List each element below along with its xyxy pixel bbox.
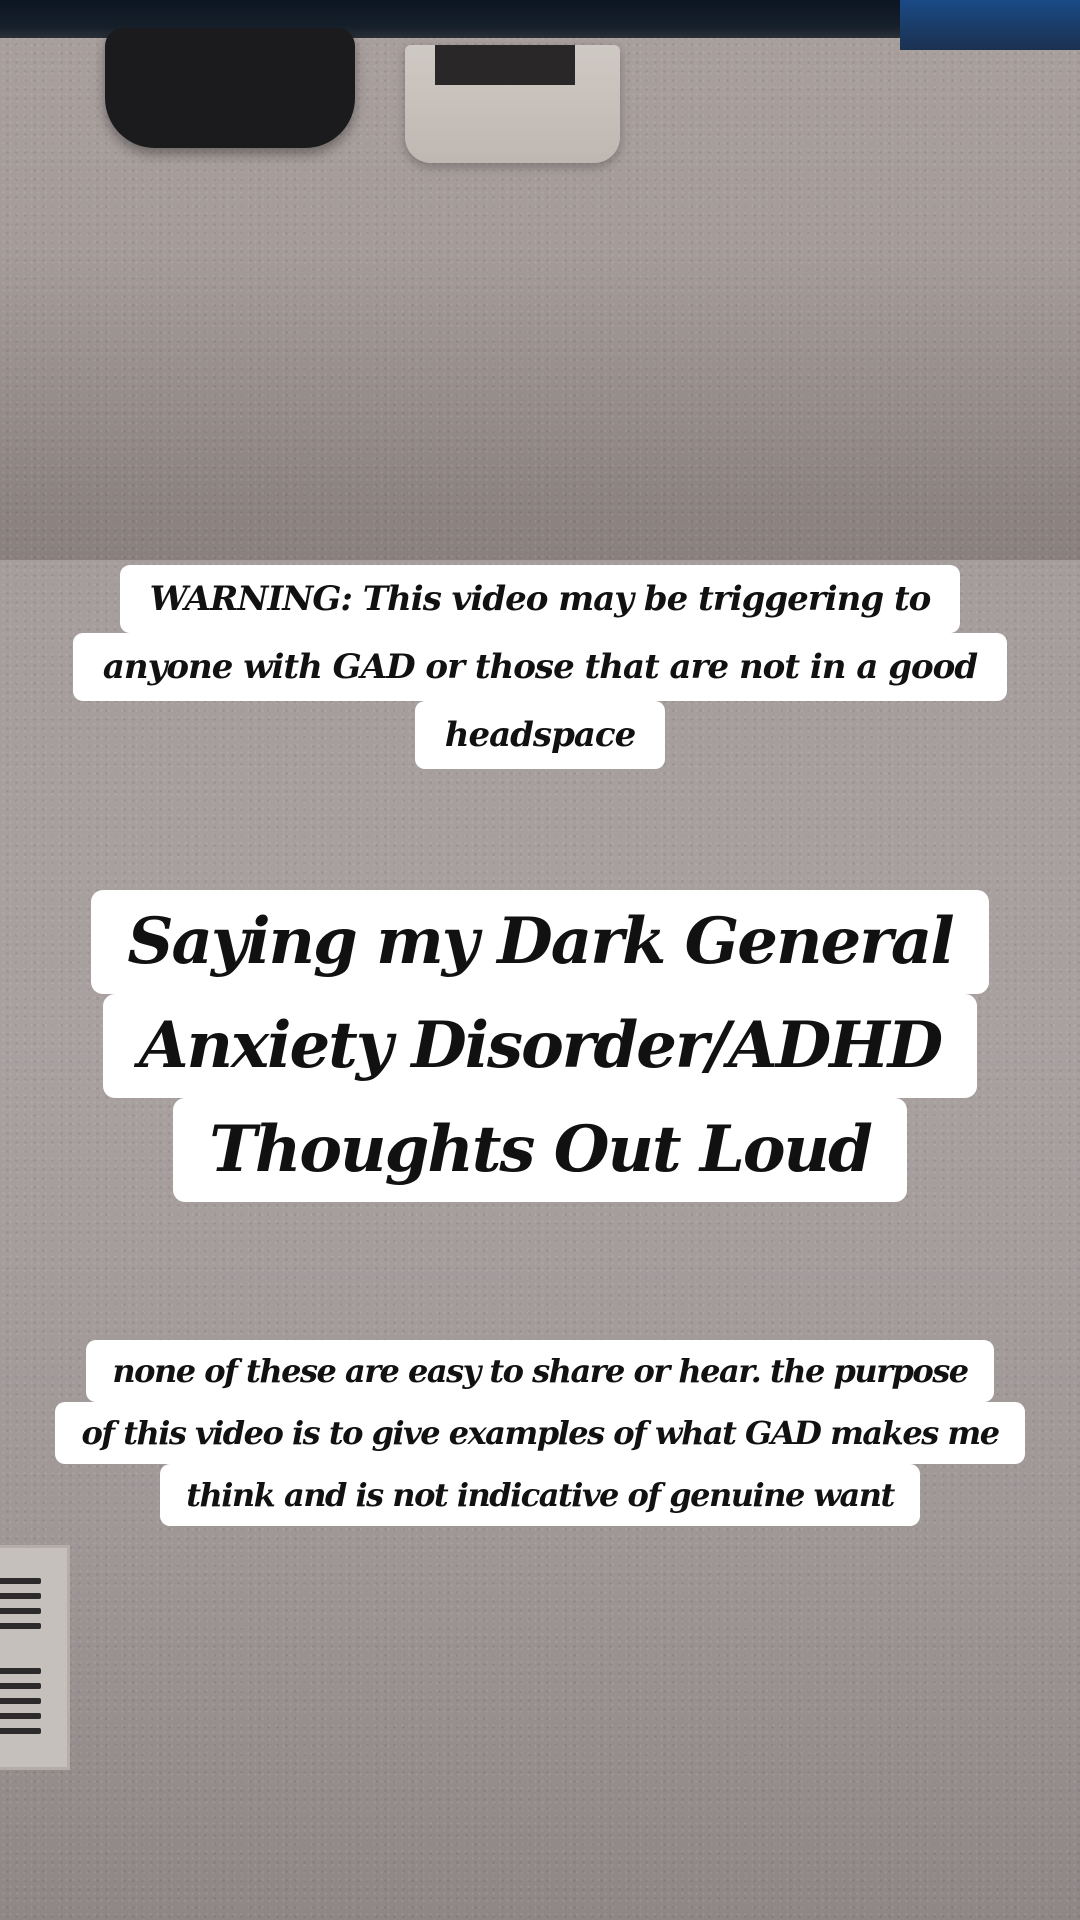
warning-caption: WARNING: This video may be triggering to… — [0, 565, 1080, 769]
vent-slat — [0, 1683, 41, 1689]
title-caption: Saying my Dark General Anxiety Disorder/… — [0, 890, 1080, 1202]
windshield-light — [900, 0, 1080, 50]
title-line: Thoughts Out Loud — [173, 1098, 907, 1202]
rearview-mirror-mount — [105, 28, 355, 148]
vent-slat — [0, 1593, 41, 1599]
vent-slat — [0, 1578, 41, 1584]
disclaimer-line: none of these are easy to share or hear.… — [86, 1340, 994, 1402]
warning-line: anyone with GAD or those that are not in… — [72, 633, 1008, 701]
warning-line: WARNING: This video may be triggering to — [119, 565, 961, 633]
warning-line: headspace — [414, 701, 666, 769]
sensor-slot — [435, 45, 575, 85]
disclaimer-line: of this video is to give examples of wha… — [55, 1402, 1025, 1464]
video-frame: WARNING: This video may be triggering to… — [0, 0, 1080, 1920]
title-line: Anxiety Disorder/ADHD — [102, 994, 978, 1098]
vent-slat — [0, 1698, 41, 1704]
air-vent — [0, 1545, 70, 1770]
disclaimer-line: think and is not indicative of genuine w… — [160, 1464, 920, 1526]
vent-slat — [0, 1623, 41, 1629]
disclaimer-caption: none of these are easy to share or hear.… — [0, 1340, 1080, 1526]
vent-slat — [0, 1608, 41, 1614]
title-line: Saying my Dark General — [91, 890, 989, 994]
vent-slat — [0, 1728, 41, 1734]
vent-slat — [0, 1668, 41, 1674]
vent-slat — [0, 1713, 41, 1719]
